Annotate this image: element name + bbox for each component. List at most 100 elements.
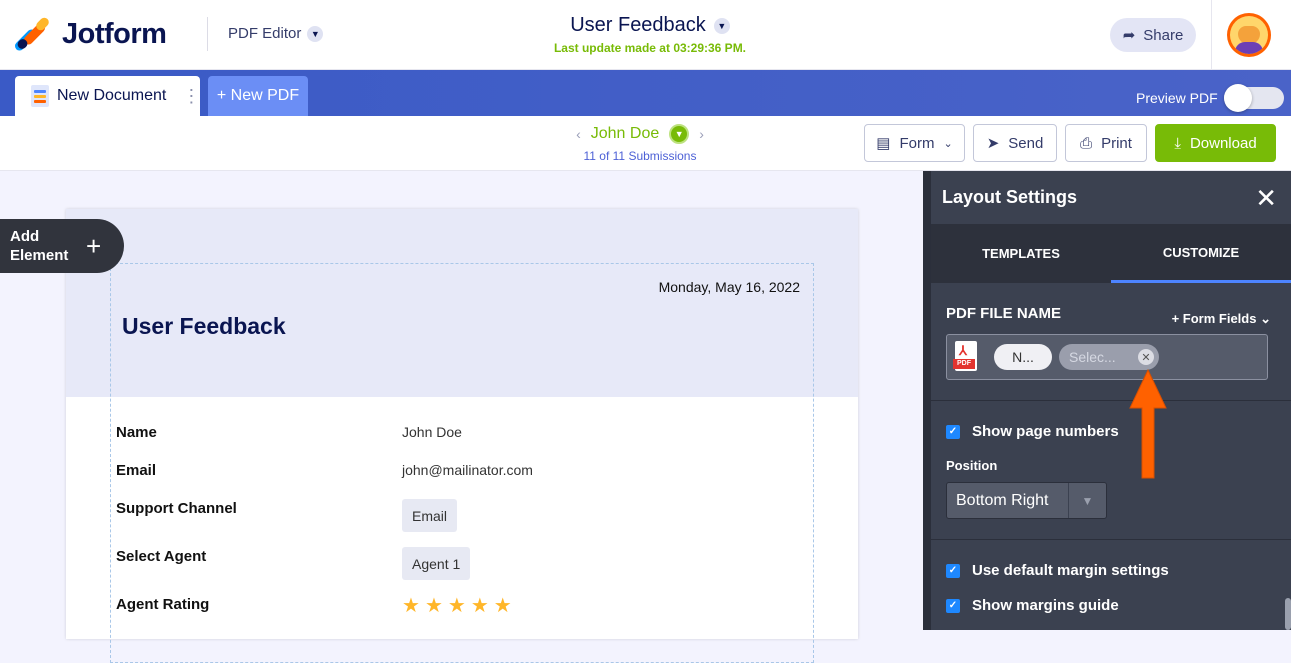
field-value-select-agent: Agent 1 bbox=[402, 547, 471, 580]
top-header: Jotform PDF Editor ▼ User Feedback ▼ Las… bbox=[0, 0, 1291, 70]
chevron-down-icon: ▼ bbox=[713, 17, 730, 34]
chevron-down-icon[interactable]: ▼ bbox=[669, 124, 690, 144]
position-value: Bottom Right bbox=[956, 491, 1049, 509]
use-default-margin-label: Use default margin settings bbox=[972, 562, 1169, 579]
pdf-file-name-input[interactable]: ⅄ PDF N... Selec... ✕ bbox=[946, 334, 1268, 380]
tab-label: New Document bbox=[57, 87, 167, 104]
pdf-file-name-label: PDF FILE NAME bbox=[946, 305, 1061, 322]
pdf-page: Monday, May 16, 2022 User Feedback Name … bbox=[66, 209, 858, 663]
use-default-margin-checkbox[interactable]: ✓ Use default margin settings bbox=[946, 562, 1169, 579]
toolbar: ‹ John Doe ▼ › 11 of 11 Submissions ▤ Fo… bbox=[0, 116, 1291, 171]
field-label-agent-rating: Agent Rating bbox=[116, 596, 210, 613]
send-icon: ➤ bbox=[986, 135, 1000, 152]
agent-rating-stars: ★ ★ ★ ★ ★ bbox=[402, 596, 512, 616]
plus-icon: + bbox=[86, 231, 102, 261]
tab-new-document[interactable]: New Document ⋮ bbox=[15, 76, 200, 116]
header-divider bbox=[207, 17, 208, 51]
more-options-icon[interactable]: ⋮ bbox=[182, 87, 200, 105]
document-canvas: Monday, May 16, 2022 User Feedback Name … bbox=[0, 171, 923, 663]
form-label: Form bbox=[899, 134, 935, 152]
print-button[interactable]: ⎙ Print bbox=[1065, 124, 1147, 162]
file-name-select-tag[interactable]: Selec... ✕ bbox=[1059, 344, 1159, 370]
editor-switcher[interactable]: PDF Editor ▼ bbox=[228, 25, 324, 42]
document-date: Monday, May 16, 2022 bbox=[658, 279, 800, 295]
avatar-image bbox=[1230, 16, 1268, 54]
position-select[interactable]: Bottom Right ▼ bbox=[946, 482, 1107, 519]
margin-section: ✓ Use default margin settings ✓ Show mar… bbox=[931, 540, 1291, 650]
document-title-area: User Feedback ▼ Last update made at 03:2… bbox=[500, 14, 800, 55]
select-tag-label: Selec... bbox=[1069, 349, 1116, 365]
panel-scrollbar[interactable] bbox=[1285, 598, 1291, 630]
close-icon[interactable]: ✕ bbox=[1255, 185, 1277, 211]
chevron-down-icon: ⌄ bbox=[1260, 311, 1271, 326]
chevron-down-icon: ▼ bbox=[307, 25, 324, 42]
preview-label: Preview PDF bbox=[1136, 90, 1218, 106]
add-element-label-1: Add bbox=[10, 228, 40, 245]
field-label-support-channel: Support Channel bbox=[116, 500, 237, 517]
field-value-email: john@mailinator.com bbox=[402, 462, 533, 478]
share-button[interactable]: ➦ Share bbox=[1110, 18, 1196, 52]
document-title[interactable]: User Feedback ▼ bbox=[570, 14, 730, 37]
download-button[interactable]: ⤓ Download bbox=[1155, 124, 1276, 162]
jotform-logo-icon bbox=[13, 15, 51, 53]
new-pdf-button[interactable]: + New PDF bbox=[208, 76, 308, 116]
star-icon: ★ bbox=[447, 595, 466, 617]
field-label-select-agent: Select Agent bbox=[116, 548, 207, 565]
panel-title: Layout Settings bbox=[942, 187, 1078, 207]
checkbox-checked-icon[interactable]: ✓ bbox=[946, 424, 960, 439]
star-icon: ★ bbox=[470, 595, 489, 617]
chevron-left-icon[interactable]: ‹ bbox=[576, 126, 581, 142]
remove-tag-icon[interactable]: ✕ bbox=[1138, 349, 1154, 365]
send-button[interactable]: ➤ Send bbox=[973, 124, 1057, 162]
download-icon: ⤓ bbox=[1174, 134, 1181, 152]
add-element-label-2: Element bbox=[10, 247, 69, 264]
brand-name: Jotform bbox=[62, 17, 167, 50]
star-icon: ★ bbox=[493, 595, 512, 617]
document-tab-bar: New Document ⋮ + New PDF Preview PDF bbox=[0, 70, 1291, 116]
submitter-name: John Doe bbox=[590, 125, 660, 142]
dropdown-caret-icon[interactable]: ▼ bbox=[1068, 483, 1106, 518]
editor-label: PDF Editor bbox=[228, 25, 302, 42]
show-margins-guide-label: Show margins guide bbox=[972, 597, 1119, 614]
page-title: User Feedback bbox=[122, 313, 286, 339]
file-name-tag[interactable]: N... bbox=[994, 344, 1052, 370]
tab-customize[interactable]: CUSTOMIZE bbox=[1111, 224, 1291, 283]
form-fields-dropdown[interactable]: + Form Fields ⌄ bbox=[1172, 311, 1271, 327]
form-button[interactable]: ▤ Form ⌄ bbox=[864, 124, 965, 162]
form-fields-label: + Form Fields bbox=[1171, 311, 1257, 326]
checkbox-checked-icon[interactable]: ✓ bbox=[946, 563, 960, 578]
user-avatar[interactable] bbox=[1227, 13, 1271, 57]
pdf-file-name-section: PDF FILE NAME + Form Fields ⌄ ⅄ PDF N...… bbox=[931, 283, 1291, 401]
panel-tabs: TEMPLATES CUSTOMIZE bbox=[931, 224, 1291, 283]
tab-templates[interactable]: TEMPLATES bbox=[931, 224, 1111, 283]
form-icon: ▤ bbox=[876, 135, 891, 152]
document-title-text: User Feedback bbox=[570, 14, 706, 36]
show-margins-guide-checkbox[interactable]: ✓ Show margins guide bbox=[946, 597, 1119, 614]
submission-selector[interactable]: ‹ John Doe ▼ › bbox=[576, 124, 704, 144]
checkbox-checked-icon[interactable]: ✓ bbox=[946, 598, 960, 613]
submission-count[interactable]: 11 of 11 Submissions bbox=[540, 149, 740, 163]
field-value-support-channel: Email bbox=[402, 499, 458, 532]
last-update-status: Last update made at 03:29:36 PM. bbox=[553, 41, 747, 55]
print-icon: ⎙ bbox=[1080, 134, 1093, 152]
field-label-email: Email bbox=[116, 462, 157, 479]
toggle-switch[interactable] bbox=[1223, 84, 1284, 112]
field-label-name: Name bbox=[116, 424, 157, 441]
pdf-file-icon: ⅄ PDF bbox=[953, 341, 977, 371]
show-page-numbers-checkbox[interactable]: ✓ Show page numbers bbox=[946, 423, 1119, 440]
share-arrow-icon: ➦ bbox=[1122, 27, 1136, 44]
star-icon: ★ bbox=[402, 595, 420, 617]
page-header bbox=[66, 209, 858, 397]
avatar-divider bbox=[1211, 0, 1212, 70]
submission-navigator: ‹ John Doe ▼ › 11 of 11 Submissions bbox=[540, 124, 740, 163]
print-label: Print bbox=[1101, 134, 1132, 152]
document-icon bbox=[31, 85, 49, 107]
field-value-name: John Doe bbox=[402, 424, 462, 440]
chevron-right-icon[interactable]: › bbox=[699, 126, 704, 142]
panel-header: Layout Settings ✕ bbox=[931, 171, 1291, 224]
layout-settings-panel: Layout Settings ✕ TEMPLATES CUSTOMIZE PD… bbox=[923, 171, 1291, 630]
send-label: Send bbox=[1008, 134, 1044, 152]
preview-pdf-toggle[interactable]: Preview PDF bbox=[1136, 84, 1284, 112]
jotform-logo[interactable]: Jotform bbox=[13, 15, 167, 53]
add-element-button[interactable]: Add Element + bbox=[0, 219, 124, 273]
